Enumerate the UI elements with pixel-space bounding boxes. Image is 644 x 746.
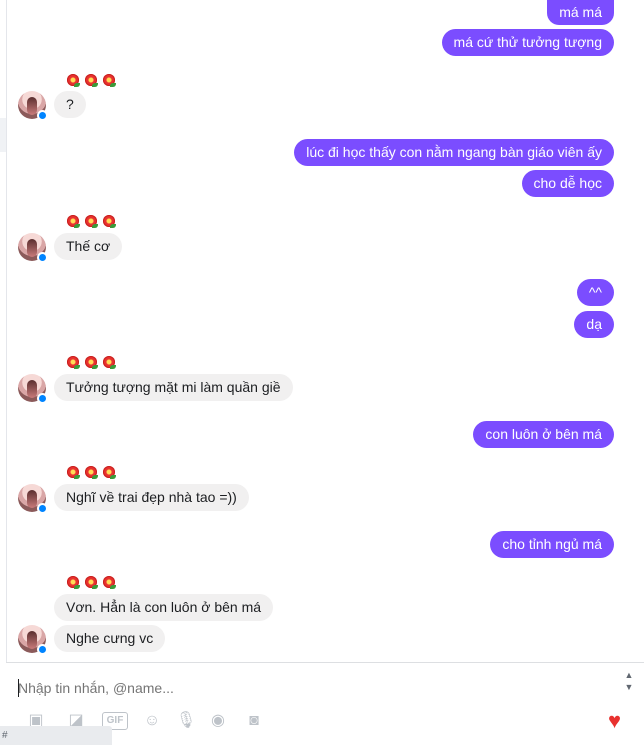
messenger-badge-icon	[37, 252, 48, 263]
avatar[interactable]	[18, 484, 48, 514]
message-incoming[interactable]: Thế cơ	[54, 233, 123, 260]
hibiscus-flower-icon	[84, 465, 98, 479]
message-incoming[interactable]: Nghe cưng vc	[54, 625, 166, 652]
message-input[interactable]	[18, 675, 608, 701]
message-incoming[interactable]: Vơn. Hẳn là con luôn ở bên má	[54, 594, 274, 621]
hibiscus-flower-icon	[84, 214, 98, 228]
reaction-flowers	[66, 465, 120, 483]
heart-icon[interactable]: ♥	[608, 709, 632, 733]
avatar[interactable]	[18, 374, 48, 404]
message-incoming[interactable]: Tưởng tượng mặt mi làm quần giề	[54, 374, 293, 401]
messenger-badge-icon	[37, 644, 48, 655]
message-incoming[interactable]: ?	[54, 91, 86, 118]
reaction-flowers	[66, 575, 120, 593]
avatar[interactable]	[18, 233, 48, 263]
reaction-flowers	[66, 355, 120, 373]
message-outgoing[interactable]: má cứ thử tưởng tượng	[441, 29, 614, 56]
message-outgoing[interactable]: con luôn ở bên má	[473, 421, 614, 448]
hibiscus-flower-icon	[66, 355, 80, 369]
message-incoming[interactable]: Nghĩ về trai đẹp nhà tao =))	[54, 484, 249, 511]
message-outgoing[interactable]: ^^	[576, 279, 614, 306]
avatar[interactable]	[18, 91, 48, 121]
hibiscus-flower-icon	[66, 73, 80, 87]
hibiscus-flower-icon	[84, 73, 98, 87]
hibiscus-flower-icon	[102, 214, 116, 228]
input-scrollbar[interactable]: ▲ ▼	[624, 669, 634, 699]
microphone-icon[interactable]: 🎙	[174, 709, 198, 733]
hibiscus-flower-icon	[66, 575, 80, 589]
hibiscus-flower-icon	[102, 465, 116, 479]
messenger-badge-icon	[37, 503, 48, 514]
reaction-flowers	[66, 214, 120, 232]
camera-icon[interactable]: ◙	[242, 709, 266, 733]
hibiscus-flower-icon	[84, 355, 98, 369]
message-outgoing[interactable]: cho dễ học	[521, 170, 614, 197]
hibiscus-flower-icon	[84, 575, 98, 589]
message-outgoing[interactable]: lúc đi học thấy con nằm ngang bàn giáo v…	[294, 139, 614, 166]
messenger-badge-icon	[37, 393, 48, 404]
message-outgoing[interactable]: dạ	[574, 311, 614, 338]
hibiscus-flower-icon	[102, 575, 116, 589]
hibiscus-flower-icon	[66, 214, 80, 228]
message-outgoing[interactable]: má má	[547, 0, 614, 25]
message-thread[interactable]: má má má cứ thử tưởng tượng ? lúc đi học…	[0, 0, 644, 662]
avatar[interactable]	[18, 625, 48, 655]
hibiscus-flower-icon	[102, 355, 116, 369]
emoji-icon[interactable]: ☺	[140, 709, 164, 733]
hibiscus-flower-icon	[66, 465, 80, 479]
reaction-flowers	[66, 73, 120, 91]
status-tab: #	[0, 726, 112, 745]
audio-waveform-icon[interactable]: ◉	[206, 709, 230, 733]
hibiscus-flower-icon	[102, 73, 116, 87]
messenger-badge-icon	[37, 110, 48, 121]
message-outgoing[interactable]: cho tỉnh ngủ má	[490, 531, 614, 558]
